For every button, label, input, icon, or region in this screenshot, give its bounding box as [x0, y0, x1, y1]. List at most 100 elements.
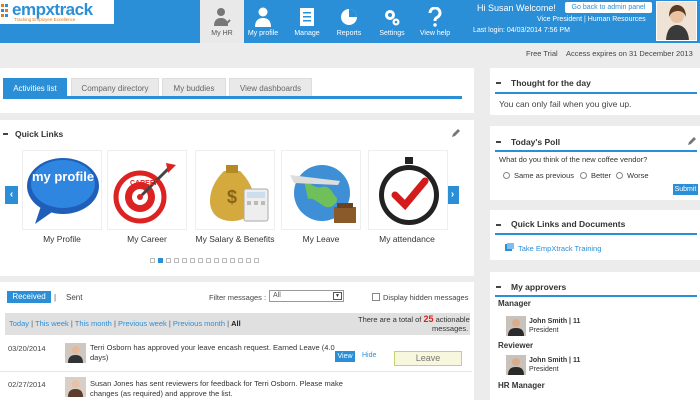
carousel-dot[interactable] — [166, 258, 171, 263]
question-icon — [428, 7, 442, 27]
display-hidden-label: Display hidden messages — [383, 293, 469, 302]
edit-pencil-icon[interactable] — [687, 137, 696, 146]
section-bar-icon — [496, 82, 501, 84]
poll-title: Today's Poll — [511, 137, 561, 147]
carousel-dot[interactable] — [150, 258, 155, 263]
nav-my-hr[interactable]: My HR — [200, 0, 244, 43]
sender-avatar — [65, 343, 86, 363]
received-tab[interactable]: Received — [7, 291, 51, 303]
period-filter-bar: Today | This week | This month | Previou… — [5, 313, 470, 335]
tab-my-buddies[interactable]: My buddies — [162, 78, 226, 97]
quick-link-my-leave[interactable] — [281, 150, 361, 230]
leave-action-button[interactable]: Leave — [394, 351, 462, 366]
carousel-dot[interactable] — [214, 258, 219, 263]
carousel-dot[interactable] — [174, 258, 179, 263]
brand-tagline: Tracking Employee Excellence — [14, 17, 76, 22]
carousel-dot[interactable] — [198, 258, 203, 263]
trial-expiry: Access expires on 31 December 2013 — [566, 49, 693, 58]
poll-option-radio[interactable] — [616, 172, 623, 179]
training-link[interactable]: Take EmpXtrack Training — [518, 244, 601, 253]
poll-submit-button[interactable]: Submit — [673, 184, 698, 195]
quick-link-label[interactable]: My Career — [102, 234, 192, 244]
period-link[interactable]: This month — [75, 319, 112, 328]
approvers-title: My approvers — [511, 282, 567, 292]
period-link[interactable]: This week — [35, 319, 69, 328]
nav-manage[interactable]: Manage — [285, 0, 329, 43]
approver-avatar[interactable] — [506, 316, 526, 336]
approver-name[interactable]: John Smith | 11 — [529, 357, 580, 364]
section-bar-icon — [496, 224, 501, 226]
last-login: Last login: 04/03/2014 7:56 PM — [473, 27, 570, 34]
section-underline — [495, 150, 697, 152]
quick-link-label[interactable]: My attendance — [362, 234, 452, 244]
tab-company-directory[interactable]: Company directory — [71, 78, 159, 97]
thought-title: Thought for the day — [511, 78, 591, 88]
logo-mark-icon — [1, 4, 8, 17]
nav-reports[interactable]: Reports — [327, 0, 371, 43]
pie-chart-icon — [341, 9, 357, 25]
gears-icon — [385, 10, 400, 26]
quick-link-label[interactable]: My Leave — [276, 234, 366, 244]
section-bar-icon — [3, 133, 8, 135]
section-underline — [495, 233, 697, 235]
period-link[interactable]: Previous month — [173, 319, 225, 328]
user-panel: Hi Susan Welcome! Go back to admin panel… — [457, 0, 700, 43]
nav-settings[interactable]: Settings — [370, 0, 414, 43]
target-dart-icon: CAREER — [113, 163, 176, 224]
poll-option-radio[interactable] — [503, 172, 510, 179]
quick-link-my-salary[interactable]: $ — [195, 150, 275, 230]
quick-link-label[interactable]: My Salary & Benefits — [182, 234, 288, 244]
carousel-dot[interactable] — [246, 258, 251, 263]
quick-link-label[interactable]: My Profile — [17, 234, 107, 244]
filter-select[interactable]: All ▼ — [269, 290, 344, 302]
avatar[interactable] — [656, 1, 697, 41]
chevron-down-icon: ▼ — [333, 292, 342, 300]
nav-label: Reports — [336, 30, 362, 37]
carousel-dot[interactable] — [254, 258, 259, 263]
carousel-dot[interactable] — [230, 258, 235, 263]
quick-link-my-career[interactable]: CAREER — [107, 150, 187, 230]
quick-link-my-attendance[interactable] — [368, 150, 448, 230]
user-photo-icon — [657, 2, 696, 40]
poll-option-label: Same as previous — [514, 171, 575, 180]
summary-pre: There are a total of — [358, 315, 422, 324]
tab-activities-list[interactable]: Activities list — [3, 78, 67, 97]
message-date: 02/27/2014 — [8, 380, 46, 389]
quick-link-my-profile[interactable]: my profile — [22, 150, 102, 230]
carousel-dot[interactable] — [238, 258, 243, 263]
person-photo-icon — [65, 343, 86, 363]
clipboard-icon — [300, 8, 314, 26]
edit-pencil-icon[interactable] — [451, 129, 460, 138]
approver-name[interactable]: John Smith | 11 — [529, 318, 580, 325]
period-link[interactable]: Previous week — [118, 319, 167, 328]
display-hidden-checkbox[interactable] — [372, 293, 380, 301]
training-icon — [505, 243, 514, 251]
carousel-dot[interactable] — [222, 258, 227, 263]
carousel-dot[interactable] — [182, 258, 187, 263]
view-button[interactable]: View — [335, 351, 355, 362]
carousel-dot[interactable] — [206, 258, 211, 263]
period-link[interactable]: Today — [9, 319, 29, 328]
approver-avatar[interactable] — [506, 355, 526, 375]
back-to-admin-button[interactable]: Go back to admin panel — [565, 2, 652, 13]
carousel-dot[interactable] — [158, 258, 163, 263]
nav-my-profile[interactable]: My profile — [241, 0, 285, 43]
period-link[interactable]: All — [231, 319, 241, 328]
nav-label: My HR — [211, 30, 233, 37]
carousel-prev-button[interactable]: ‹ — [5, 186, 18, 204]
hide-link[interactable]: Hide — [362, 352, 376, 359]
tab-separator: | — [54, 293, 57, 302]
quick-links-title: Quick Links — [15, 129, 64, 139]
nav-label: Settings — [379, 30, 405, 37]
carousel-dot[interactable] — [190, 258, 195, 263]
logo[interactable]: empxtrack Tracking Employee Excellence — [0, 0, 114, 24]
sent-tab[interactable]: Sent — [66, 293, 82, 302]
poll-option-radio[interactable] — [580, 172, 587, 179]
approver-position: President — [529, 366, 559, 373]
message-text: Terri Osborn has approved your leave enc… — [90, 343, 335, 362]
summary-post: actionable — [435, 315, 470, 324]
period-links: Today | This week | This month | Previou… — [9, 319, 241, 328]
tab-view-dashboards[interactable]: View dashboards — [229, 78, 312, 97]
actionable-count: 25 — [423, 314, 434, 324]
nav-view-help[interactable]: View help — [413, 0, 457, 43]
